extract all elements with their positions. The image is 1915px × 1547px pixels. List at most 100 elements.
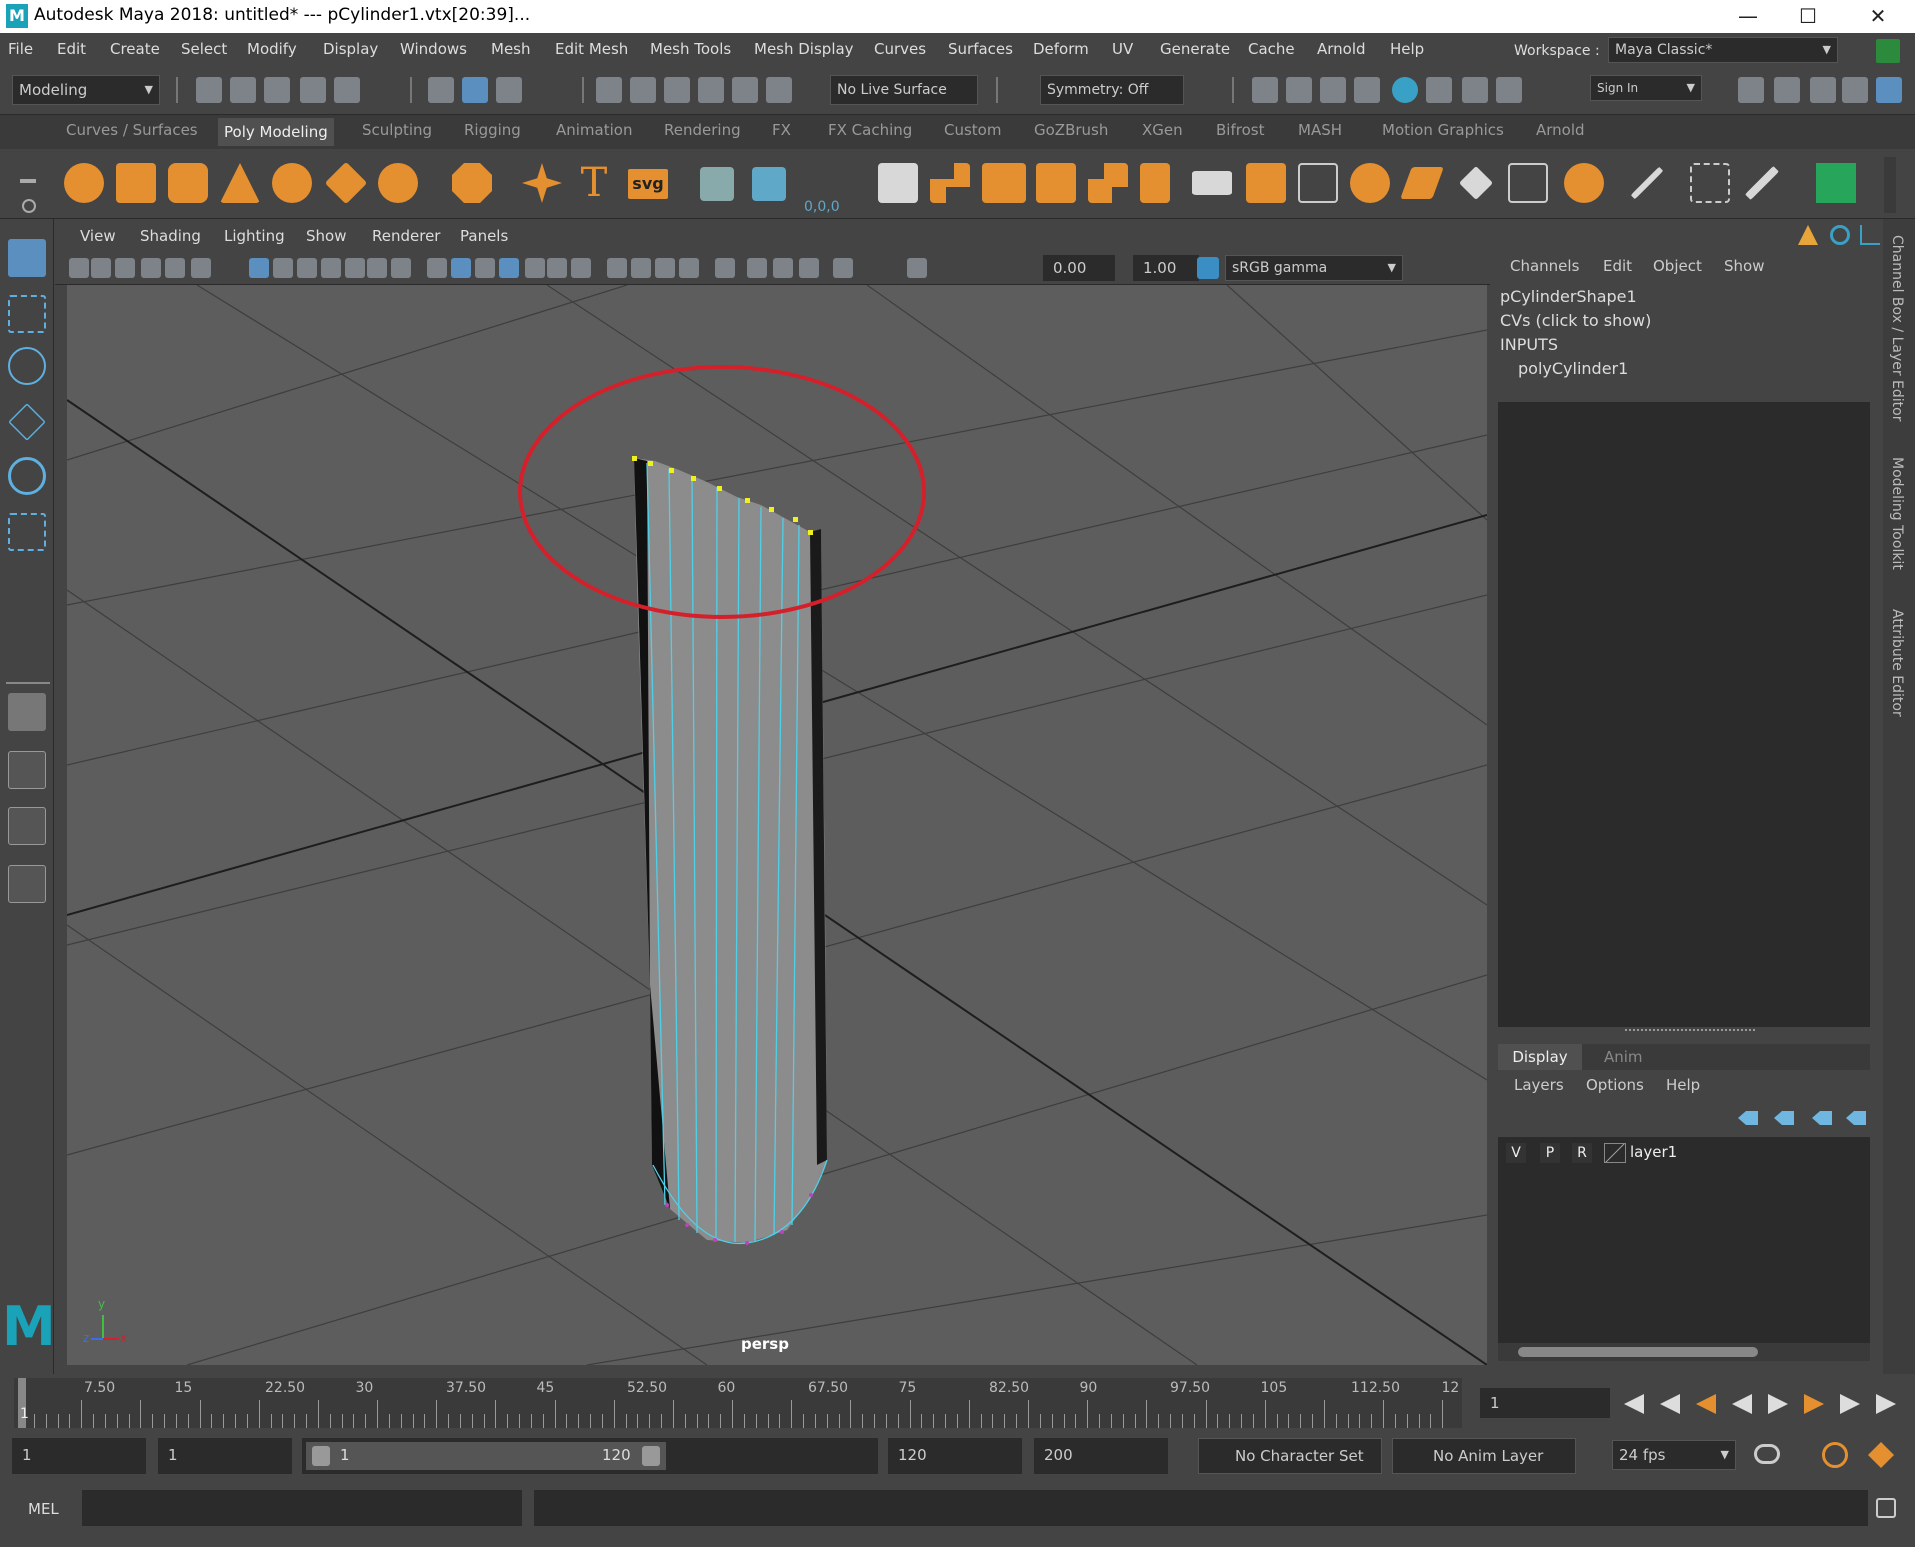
scene-view[interactable] bbox=[67, 285, 1487, 1365]
layer-menu-options[interactable]: Options bbox=[1586, 1076, 1644, 1094]
menu-cache[interactable]: Cache bbox=[1248, 40, 1295, 58]
select-objects-icon[interactable] bbox=[496, 77, 522, 103]
range-start-handle[interactable] bbox=[312, 1446, 330, 1466]
live-surface-field[interactable]: No Live Surface bbox=[830, 75, 978, 105]
step-back-frame-icon[interactable] bbox=[1660, 1394, 1680, 1414]
snap-point-icon[interactable] bbox=[664, 77, 690, 103]
move-layer-down-icon[interactable] bbox=[1774, 1111, 1794, 1125]
image-plane-icon[interactable] bbox=[141, 258, 161, 278]
shelf-tab-gozbrush[interactable]: GoZBrush bbox=[1028, 121, 1114, 139]
menu-windows[interactable]: Windows bbox=[400, 40, 467, 58]
four-view-layout-icon[interactable] bbox=[8, 751, 46, 789]
animation-preferences-icon[interactable] bbox=[1868, 1442, 1894, 1468]
undo-icon[interactable] bbox=[300, 77, 326, 103]
layer-playback-toggle[interactable]: P bbox=[1540, 1143, 1560, 1163]
create-empty-layer-icon[interactable] bbox=[1812, 1111, 1832, 1125]
go-to-start-icon[interactable] bbox=[1624, 1394, 1644, 1414]
scene-start-field[interactable]: 1 bbox=[12, 1438, 146, 1474]
channel-box-icon[interactable] bbox=[1876, 77, 1902, 103]
shelf-tab-mash[interactable]: MASH bbox=[1292, 121, 1348, 139]
render-frame-icon[interactable] bbox=[1286, 77, 1312, 103]
create-layer-from-selected-icon[interactable] bbox=[1846, 1111, 1866, 1125]
script-editor-icon[interactable] bbox=[1876, 1498, 1896, 1518]
isolate-select-icon[interactable] bbox=[715, 258, 735, 278]
viewport-menu-lighting[interactable]: Lighting bbox=[224, 227, 285, 245]
menu-edit[interactable]: Edit bbox=[57, 40, 86, 58]
modeling-toolkit-icon[interactable] bbox=[1738, 77, 1764, 103]
gate-mask-icon[interactable] bbox=[321, 258, 341, 278]
snap-live-icon[interactable] bbox=[732, 77, 758, 103]
menu-modify[interactable]: Modify bbox=[247, 40, 297, 58]
shelf-tab-rigging[interactable]: Rigging bbox=[458, 121, 527, 139]
poly-cube-icon[interactable] bbox=[116, 163, 156, 203]
shelf-tab-motion-graphics[interactable]: Motion Graphics bbox=[1376, 121, 1510, 139]
playback-end-field[interactable]: 120 bbox=[888, 1438, 1022, 1474]
uv-editor-icon[interactable] bbox=[1816, 163, 1856, 203]
side-tab-attribute-editor[interactable]: Attribute Editor bbox=[1889, 609, 1905, 717]
render-view-icon[interactable] bbox=[1252, 77, 1278, 103]
pcylinder1-mesh[interactable] bbox=[632, 456, 828, 1245]
motion-blur-icon[interactable] bbox=[631, 258, 651, 278]
cb-menu-channels[interactable]: Channels bbox=[1510, 257, 1579, 275]
combine-icon[interactable] bbox=[878, 163, 918, 203]
shelf-tab-poly-modeling[interactable]: Poly Modeling bbox=[218, 118, 334, 146]
2d-pan-zoom-icon[interactable] bbox=[165, 258, 185, 278]
exposure-icon[interactable] bbox=[833, 258, 853, 278]
anim-layer-dropdown[interactable]: No Anim Layer bbox=[1392, 1438, 1576, 1474]
poly-torus-icon[interactable] bbox=[272, 163, 312, 203]
shelf-tab-rendering[interactable]: Rendering bbox=[658, 121, 747, 139]
edit-edge-flow-icon[interactable] bbox=[1630, 166, 1664, 200]
command-input[interactable] bbox=[82, 1490, 522, 1526]
layer-color-swatch[interactable] bbox=[1604, 1143, 1626, 1163]
render-settings-icon[interactable] bbox=[1354, 77, 1380, 103]
step-forward-key-icon[interactable] bbox=[1804, 1394, 1824, 1414]
viewport-menu-view[interactable]: View bbox=[80, 227, 116, 245]
use-all-lights-icon[interactable] bbox=[547, 258, 567, 278]
safe-title-icon[interactable] bbox=[391, 258, 411, 278]
step-forward-frame-icon[interactable] bbox=[1840, 1394, 1860, 1414]
open-scene-icon[interactable] bbox=[230, 77, 256, 103]
layer-menu-help[interactable]: Help bbox=[1666, 1076, 1700, 1094]
shelf-tab-custom[interactable]: Custom bbox=[938, 121, 1007, 139]
layer-list-scrollbar[interactable] bbox=[1498, 1343, 1870, 1361]
hypershade-icon[interactable] bbox=[1392, 77, 1418, 103]
safe-action-icon[interactable] bbox=[367, 258, 387, 278]
scale-tool-icon[interactable] bbox=[8, 513, 46, 551]
light-editor-icon[interactable] bbox=[1462, 77, 1488, 103]
menu-generate[interactable]: Generate bbox=[1160, 40, 1230, 58]
menu-mesh-display[interactable]: Mesh Display bbox=[754, 40, 854, 58]
cb-menu-show[interactable]: Show bbox=[1724, 257, 1764, 275]
snap-curve-icon[interactable] bbox=[630, 77, 656, 103]
scrollbar-thumb[interactable] bbox=[1518, 1347, 1758, 1357]
time-slider[interactable]: 7.50 15 22.50 30 37.50 45 52.50 60 67.50 75 82.50 9… bbox=[0, 1374, 1915, 1436]
tool-settings-icon[interactable] bbox=[1842, 77, 1868, 103]
sign-in-dropdown[interactable]: Sign In ▼ bbox=[1590, 75, 1702, 101]
select-camera-icon[interactable] bbox=[69, 258, 89, 278]
menuset-dropdown[interactable]: Modeling ▼ bbox=[12, 75, 160, 105]
shelf-tab-fx-caching[interactable]: FX Caching bbox=[822, 121, 918, 139]
range-slider-bar[interactable]: 1 120 bbox=[306, 1442, 666, 1470]
backface-culling-icon[interactable] bbox=[799, 258, 819, 278]
shelf-tab-animation[interactable]: Animation bbox=[550, 121, 638, 139]
minimize-button[interactable]: — bbox=[1720, 0, 1776, 33]
go-to-end-icon[interactable] bbox=[1876, 1394, 1896, 1414]
menu-arnold[interactable]: Arnold bbox=[1317, 40, 1366, 58]
merge-icon[interactable] bbox=[1298, 163, 1338, 203]
select-tool-icon[interactable] bbox=[8, 239, 46, 277]
sweep-mesh-icon[interactable] bbox=[700, 167, 734, 201]
xray-joints-icon[interactable] bbox=[747, 258, 767, 278]
new-scene-icon[interactable] bbox=[196, 77, 222, 103]
poly-plane-icon[interactable] bbox=[324, 161, 368, 205]
smooth-icon[interactable] bbox=[1036, 163, 1076, 203]
persp-outliner-layout-icon[interactable] bbox=[8, 807, 46, 845]
target-weld-icon[interactable] bbox=[1350, 163, 1390, 203]
move-tool-icon[interactable] bbox=[8, 403, 46, 441]
lasso-tool-icon[interactable] bbox=[8, 295, 46, 333]
maximize-button[interactable]: ☐ bbox=[1780, 0, 1836, 33]
menu-mesh[interactable]: Mesh bbox=[491, 40, 531, 58]
render-setup-icon[interactable] bbox=[1426, 77, 1452, 103]
lock-icon[interactable] bbox=[1876, 39, 1900, 63]
select-components-icon[interactable] bbox=[462, 77, 488, 103]
scene-end-field[interactable]: 200 bbox=[1034, 1438, 1168, 1474]
save-scene-icon[interactable] bbox=[264, 77, 290, 103]
